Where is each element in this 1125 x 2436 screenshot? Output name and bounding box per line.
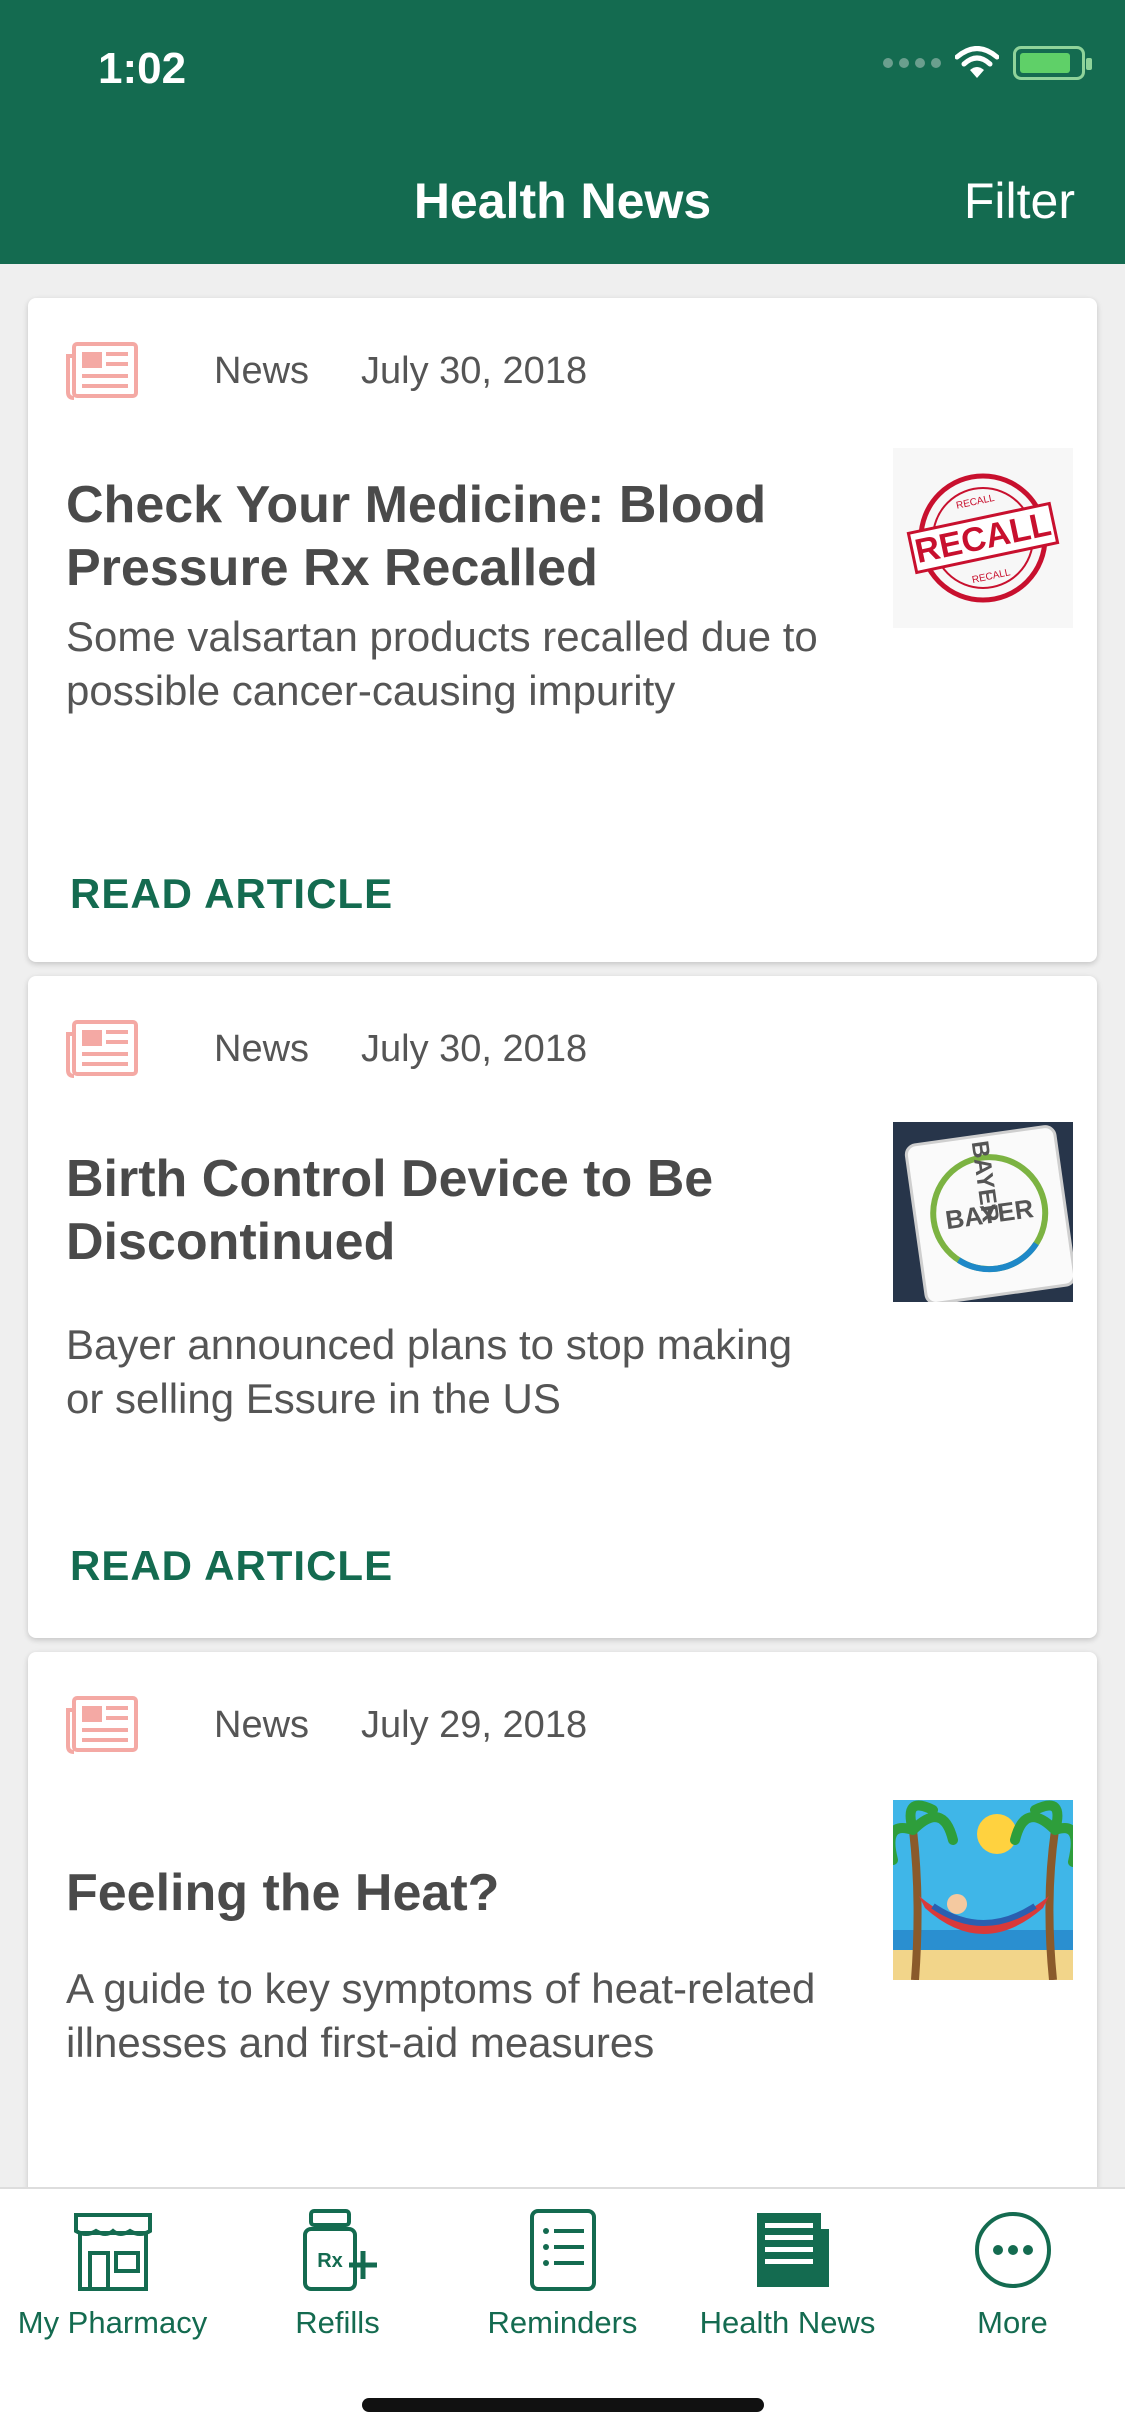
- read-article-link[interactable]: READ ARTICLE: [70, 870, 393, 918]
- article-card[interactable]: News July 29, 2018 Feeling the Heat? A g…: [28, 1652, 1097, 2212]
- article-meta: News July 30, 2018: [66, 1020, 587, 1078]
- rx-bottle-icon: Rx: [302, 2209, 377, 2291]
- article-summary: A guide to key symptoms of heat-related …: [66, 1965, 816, 2066]
- filter-button[interactable]: Filter: [964, 172, 1075, 230]
- recall-stamp-image: RECALL RECALL RECALL: [906, 473, 1060, 603]
- svg-text:Rx: Rx: [317, 2250, 343, 2272]
- article-meta: News July 30, 2018: [66, 342, 587, 400]
- article-thumbnail[interactable]: [893, 1800, 1073, 1980]
- newspaper-icon: [66, 1020, 138, 1078]
- article-type: News: [214, 1027, 310, 1070]
- home-indicator[interactable]: [362, 2398, 764, 2412]
- article-title[interactable]: Check Your Medicine: Blood Pressure Rx R…: [66, 474, 826, 601]
- article-date: July 30, 2018: [361, 349, 588, 392]
- article-type: News: [214, 349, 310, 392]
- page-title: Health News: [413, 173, 712, 229]
- tab-reminders[interactable]: Reminders: [450, 2207, 675, 2341]
- newspaper-icon: [756, 2213, 829, 2287]
- tab-health-news[interactable]: Health News: [675, 2207, 900, 2341]
- recall-stamp-text: RECALL: [912, 505, 1055, 571]
- article-summary: Bayer announced plans to stop making or …: [66, 1321, 793, 1422]
- checklist-icon: [529, 2209, 596, 2291]
- news-feed[interactable]: News July 30, 2018 Check Your Medicine: …: [28, 298, 1097, 2226]
- bayer-device-image: BAYER BAYER: [893, 1122, 1073, 1302]
- read-article-link[interactable]: READ ARTICLE: [70, 1542, 393, 1590]
- app-header: 1:02 Health News Filter: [0, 0, 1125, 264]
- wifi-icon: [955, 46, 999, 78]
- tab-more[interactable]: More: [900, 2207, 1125, 2341]
- article-thumbnail[interactable]: RECALL RECALL RECALL: [893, 448, 1073, 628]
- newspaper-icon: [66, 1696, 138, 1754]
- storefront-icon: [73, 2213, 152, 2291]
- article-type: News: [214, 1703, 310, 1746]
- more-icon: [974, 2212, 1051, 2288]
- tab-refills[interactable]: Rx Refills: [225, 2207, 450, 2341]
- article-summary: Some valsartan products recalled due to …: [66, 613, 818, 714]
- article-thumbnail[interactable]: BAYER BAYER: [893, 1122, 1073, 1302]
- tab-label: Health News: [699, 2305, 876, 2340]
- article-card[interactable]: News July 30, 2018 Check Your Medicine: …: [28, 298, 1097, 962]
- status-icons: [883, 46, 1092, 80]
- battery-icon: [1013, 46, 1092, 80]
- article-meta: News July 29, 2018: [66, 1696, 587, 1754]
- article-date: July 30, 2018: [361, 1027, 588, 1070]
- article-date: July 29, 2018: [361, 1703, 588, 1746]
- cellular-signal-icon: [883, 58, 941, 68]
- tab-label: Reminders: [487, 2305, 638, 2340]
- article-title[interactable]: Birth Control Device to Be Discontinued: [66, 1148, 826, 1275]
- beach-hammock-image: [893, 1800, 1073, 1980]
- article-card[interactable]: News July 30, 2018 Birth Control Device …: [28, 976, 1097, 1638]
- recall-ring-text-top: RECALL: [955, 493, 996, 512]
- tab-label: My Pharmacy: [17, 2305, 208, 2340]
- tab-label: More: [977, 2305, 1048, 2340]
- tab-my-pharmacy[interactable]: My Pharmacy: [0, 2207, 225, 2341]
- newspaper-icon: [66, 342, 138, 400]
- tab-label: Refills: [295, 2305, 380, 2340]
- article-title[interactable]: Feeling the Heat?: [66, 1862, 826, 1925]
- status-time: 1:02: [98, 44, 187, 93]
